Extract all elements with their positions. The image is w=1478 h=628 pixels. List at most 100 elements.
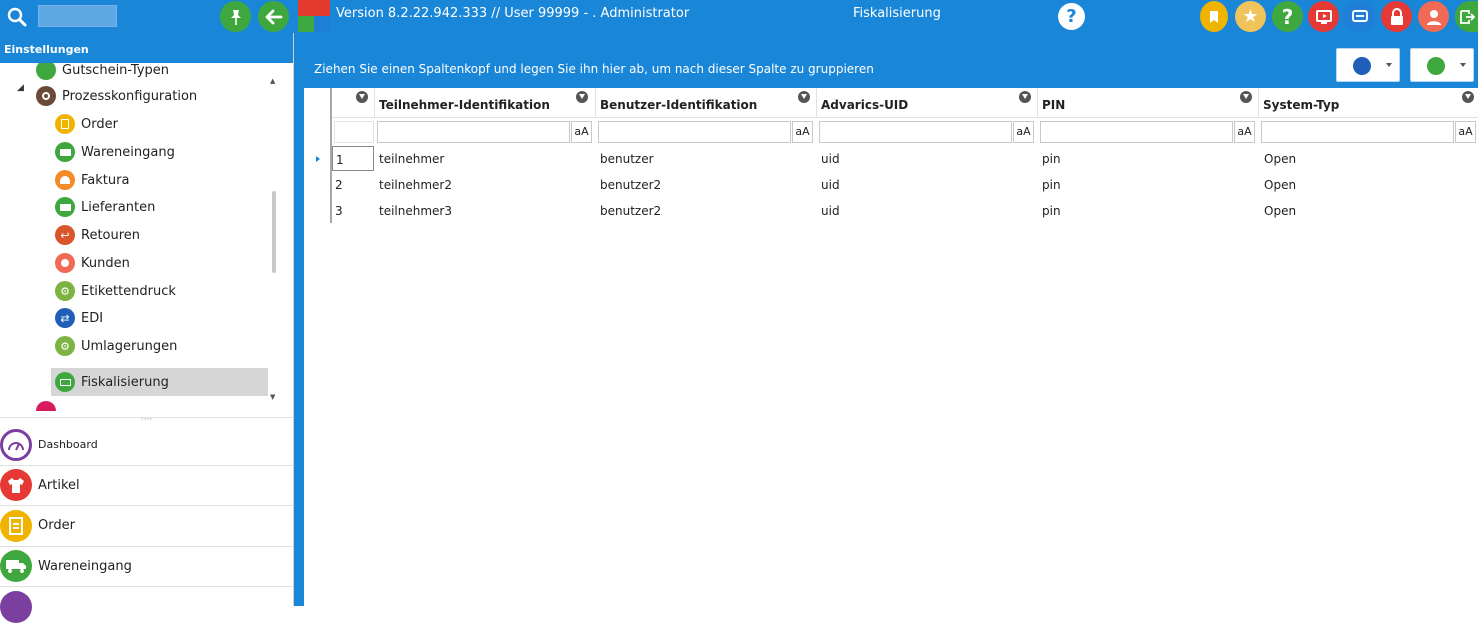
nav-item-label: Order: [38, 518, 75, 534]
cell-pin[interactable]: pin: [1042, 152, 1061, 166]
star-icon: ★: [1242, 6, 1259, 27]
lock-button[interactable]: [1381, 1, 1412, 32]
nav-item-partial[interactable]: [0, 587, 293, 628]
tree-item-label: Fiskalisierung: [81, 374, 169, 390]
tree-item-label: Order: [81, 116, 118, 132]
filter-input-system-typ[interactable]: [1261, 121, 1454, 143]
tree-item-prozesskonfiguration[interactable]: Prozesskonfiguration: [36, 83, 197, 109]
column-header-teilnehmer[interactable]: Teilnehmer-Identifikation: [375, 88, 596, 118]
tree-item-kunden[interactable]: Kunden: [55, 250, 130, 276]
export-dropdown-button[interactable]: [1410, 48, 1474, 82]
filter-input-uid[interactable]: [819, 121, 1012, 143]
table-row[interactable]: 1 teilnehmer benutzer uid pin Open: [304, 146, 1478, 171]
cell-teilnehmer[interactable]: teilnehmer3: [379, 204, 452, 218]
arrow-left-icon: [265, 9, 282, 24]
filter-input-id[interactable]: [334, 121, 374, 143]
tree-item-order[interactable]: Order: [55, 111, 118, 137]
search-icon[interactable]: [6, 6, 28, 28]
cell-id[interactable]: 1: [332, 146, 374, 171]
cell-system-typ[interactable]: Open: [1264, 204, 1296, 218]
cell-uid[interactable]: uid: [821, 152, 840, 166]
truck-icon: [0, 550, 32, 583]
back-button[interactable]: [258, 1, 289, 32]
filter-input-benutzer[interactable]: [598, 121, 791, 143]
tree-scrollbar[interactable]: [272, 191, 276, 273]
favorites-button[interactable]: ★: [1235, 1, 1266, 32]
filter-icon[interactable]: [1019, 91, 1031, 103]
tree-item-faktura[interactable]: Faktura: [55, 167, 129, 193]
print-dropdown-button[interactable]: [1336, 48, 1400, 82]
user-icon: [1426, 9, 1441, 25]
case-toggle-button[interactable]: aA: [571, 121, 592, 143]
bookmark-button[interactable]: [1200, 1, 1228, 32]
pin-button[interactable]: [220, 1, 251, 32]
tree-item-label: Prozesskonfiguration: [62, 88, 198, 104]
column-header-label: Benutzer-Identifikation: [600, 98, 758, 112]
nav-item-wareneingang[interactable]: Wareneingang: [0, 547, 293, 587]
cell-pin[interactable]: pin: [1042, 178, 1061, 192]
column-header-uid[interactable]: Advarics-UID: [817, 88, 1038, 118]
tree-item-label: Kunden: [81, 255, 130, 271]
nav-item-label: Wareneingang: [38, 558, 132, 574]
tree-partial-item-icon: [36, 401, 56, 411]
collapse-arrow-icon[interactable]: ◢: [17, 83, 24, 93]
table-row[interactable]: 3 teilnehmer3 benutzer2 uid pin Open: [304, 198, 1478, 223]
help-center-button[interactable]: ?: [1272, 1, 1303, 32]
filter-row: aA aA aA aA aA: [304, 118, 1478, 146]
help-button[interactable]: ?: [1058, 3, 1085, 30]
nav-item-artikel[interactable]: Artikel: [0, 466, 293, 506]
cell-benutzer[interactable]: benutzer2: [600, 178, 661, 192]
column-header-benutzer[interactable]: Benutzer-Identifikation: [596, 88, 817, 118]
cell-benutzer[interactable]: benutzer: [600, 152, 654, 166]
case-toggle-button[interactable]: aA: [792, 121, 813, 143]
tree-item-wareneingang[interactable]: Wareneingang: [55, 139, 175, 165]
cell-benutzer[interactable]: benutzer2: [600, 204, 661, 218]
filter-icon[interactable]: [1240, 91, 1252, 103]
question-icon: ?: [1066, 6, 1077, 27]
exit-button[interactable]: [1455, 1, 1478, 32]
filter-input-teilnehmer[interactable]: [377, 121, 570, 143]
filter-icon[interactable]: [576, 91, 588, 103]
remote-button[interactable]: [1344, 1, 1375, 32]
question-circle-icon: ?: [1281, 4, 1294, 29]
cell-id[interactable]: 3: [332, 198, 374, 223]
tree-scroll-down-icon[interactable]: ▼: [270, 393, 275, 401]
cell-teilnehmer[interactable]: teilnehmer2: [379, 178, 452, 192]
version-label: Version 8.2.22.942.333 // User 99999 - .…: [336, 6, 690, 21]
group-panel[interactable]: Ziehen Sie einen Spaltenkopf und legen S…: [304, 33, 1478, 88]
cell-uid[interactable]: uid: [821, 178, 840, 192]
case-toggle-button[interactable]: aA: [1234, 121, 1255, 143]
global-search-input[interactable]: [38, 5, 117, 27]
truck-icon: [55, 142, 75, 162]
panel-splitter[interactable]: ····: [0, 416, 293, 425]
tree-item-lieferanten[interactable]: Lieferanten: [55, 194, 155, 220]
cell-teilnehmer[interactable]: teilnehmer: [379, 152, 444, 166]
video-button[interactable]: [1308, 1, 1339, 32]
cell-id[interactable]: 2: [332, 172, 374, 197]
tree-item-label: Retouren: [81, 227, 141, 243]
user-button[interactable]: [1418, 1, 1449, 32]
filter-icon[interactable]: [1462, 91, 1474, 103]
cell-pin[interactable]: pin: [1042, 204, 1061, 218]
tree-item-gutschein-typen[interactable]: Gutschein-Typen: [36, 63, 169, 83]
column-header-id[interactable]: [332, 88, 375, 118]
filter-input-pin[interactable]: [1040, 121, 1233, 143]
filter-icon[interactable]: [798, 91, 810, 103]
filter-icon[interactable]: [356, 91, 368, 103]
tree-item-edi[interactable]: ⇄ EDI: [55, 305, 103, 331]
cell-uid[interactable]: uid: [821, 204, 840, 218]
case-toggle-button[interactable]: aA: [1455, 121, 1476, 143]
cell-system-typ[interactable]: Open: [1264, 178, 1296, 192]
cell-system-typ[interactable]: Open: [1264, 152, 1296, 166]
column-header-system-typ[interactable]: System-Typ: [1259, 88, 1478, 118]
tree-item-umlagerungen[interactable]: ⚙ Umlagerungen: [55, 333, 177, 359]
nav-item-dashboard[interactable]: Dashboard: [0, 425, 293, 466]
tree-item-etikettendruck[interactable]: ⚙ Etikettendruck: [55, 278, 176, 304]
tree-item-fiskalisierung[interactable]: Fiskalisierung: [51, 368, 268, 396]
tree-scroll-up-icon[interactable]: ▲: [270, 77, 275, 85]
nav-item-order[interactable]: Order: [0, 506, 293, 547]
case-toggle-button[interactable]: aA: [1013, 121, 1034, 143]
tree-item-retouren[interactable]: ↩ Retouren: [55, 222, 140, 248]
table-row[interactable]: 2 teilnehmer2 benutzer2 uid pin Open: [304, 172, 1478, 197]
column-header-pin[interactable]: PIN: [1038, 88, 1259, 118]
